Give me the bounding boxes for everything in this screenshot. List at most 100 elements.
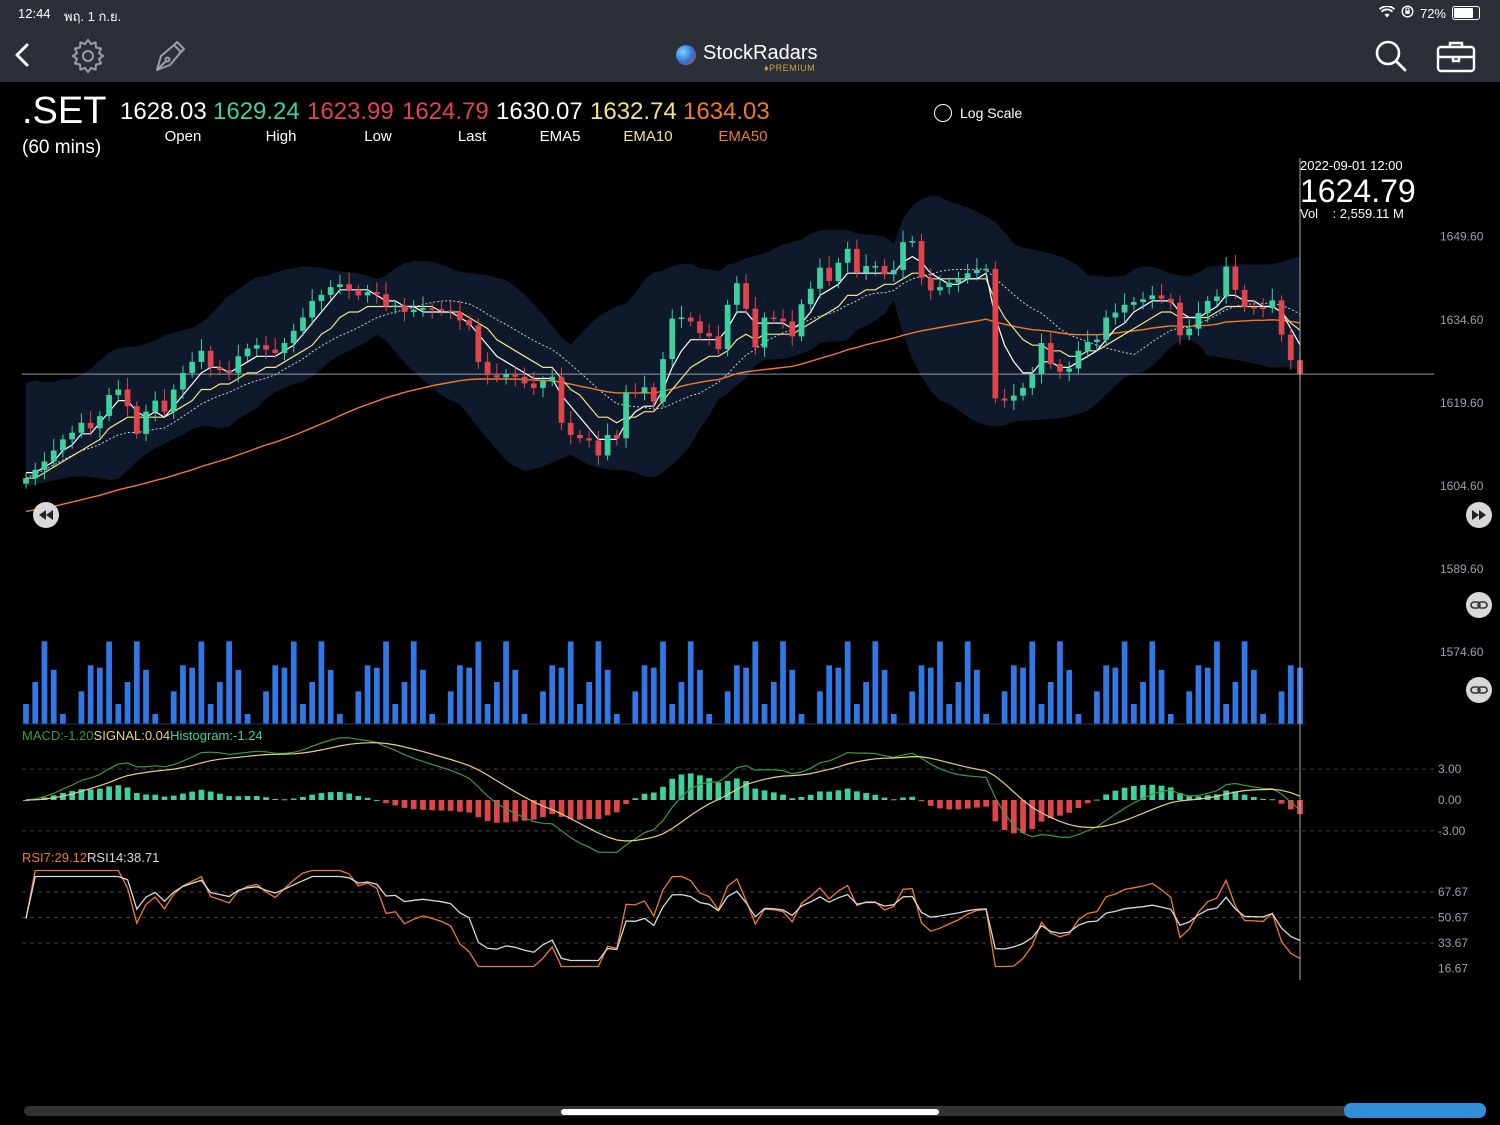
candle-53 [512, 374, 519, 377]
price-chart[interactable]: 1649.60 1634.60 1619.60 1604.60 1589.60 1574.… [0, 0, 1500, 1000]
candle-17 [180, 372, 186, 390]
macd-hist-9 [106, 786, 112, 800]
volume-bar-51 [493, 682, 500, 724]
macd-hist-124 [1167, 787, 1174, 800]
volume-bar-82 [780, 641, 786, 724]
volume-bar-103 [974, 669, 980, 724]
macd-hist-83 [789, 798, 796, 800]
volume-bar-43 [420, 669, 426, 724]
volume-bar-131 [1232, 682, 1239, 724]
macd-hist-76 [724, 780, 731, 800]
macd-hist-122 [1149, 784, 1156, 800]
volume-bar-16 [170, 691, 177, 724]
volume-bar-23 [235, 669, 242, 724]
volume-bar-74 [706, 714, 713, 724]
volume-bar-122 [1149, 641, 1156, 724]
link-button-2[interactable] [1466, 677, 1492, 703]
candle-54 [521, 376, 528, 384]
macd-hist-98 [927, 800, 934, 806]
macd-hist-120 [1130, 785, 1137, 800]
volume-bar-137 [1287, 665, 1294, 724]
volume-bar-63 [604, 669, 611, 724]
macd-hist-16 [170, 795, 177, 800]
rsi-tick-1: 50.67 [1438, 911, 1468, 925]
candle-1 [32, 469, 39, 479]
macd-hist-123 [1158, 785, 1165, 800]
candle-106 [1001, 398, 1008, 401]
crosshair-datetime: 2022-09-01 12:00 [1300, 158, 1403, 173]
macd-hist-59 [567, 800, 574, 819]
rsi-tick-0: 67.67 [1438, 885, 1468, 899]
volume-bar-117 [1103, 665, 1109, 724]
candle-14 [152, 400, 159, 412]
candle-133 [1250, 307, 1257, 309]
candle-60 [577, 434, 583, 439]
volume-bar-66 [632, 691, 639, 724]
macd-hist-47 [457, 800, 463, 812]
candle-109 [1029, 374, 1036, 388]
candle-115 [1084, 341, 1091, 351]
candle-137 [1287, 334, 1294, 361]
candle-68 [650, 387, 657, 402]
candle-130 [1223, 266, 1230, 297]
volume-bar-72 [687, 641, 694, 724]
candle-134 [1260, 307, 1266, 310]
volume-bar-38 [373, 667, 380, 724]
macd-hist-12 [133, 793, 140, 800]
macd-legend: MACD:-1.20SIGNAL:0.04Histogram:-1.24 [22, 728, 263, 743]
candle-25 [253, 345, 260, 349]
macd-hist-105 [992, 800, 999, 822]
candle-19 [198, 350, 205, 362]
macd-hist-113 [1066, 800, 1073, 813]
candle-82 [780, 318, 786, 322]
scroll-left-button[interactable] [33, 502, 59, 528]
candle-59 [567, 422, 574, 435]
candle-57 [549, 376, 556, 382]
candle-71 [678, 317, 685, 320]
candle-100 [946, 282, 953, 288]
volume-bar-33 [327, 669, 334, 724]
macd-hist-95 [900, 797, 906, 800]
macd-hist-57 [549, 800, 556, 815]
candle-118 [1112, 312, 1119, 318]
volume-bar-42 [410, 641, 417, 724]
volume-bar-62 [595, 641, 602, 724]
chart-scroll-thumb[interactable] [1344, 1103, 1486, 1118]
candle-40 [392, 305, 399, 307]
macd-hist-17 [180, 793, 186, 800]
candle-22 [226, 370, 232, 373]
link-button-1[interactable] [1466, 592, 1492, 618]
candle-67 [641, 387, 648, 393]
macd-hist-102 [964, 800, 971, 809]
macd-hist-18 [189, 791, 196, 800]
candle-43 [420, 308, 426, 310]
macd-hist-79 [752, 788, 759, 800]
volume-bar-2 [41, 641, 48, 724]
volume-bar-3 [50, 669, 57, 724]
candle-26 [263, 345, 269, 350]
macd-hist-112 [1057, 800, 1063, 816]
scroll-right-button[interactable] [1466, 502, 1492, 528]
macd-hist-89 [844, 788, 851, 800]
volume-bar-48 [466, 667, 472, 724]
candle-119 [1121, 304, 1128, 313]
volume-bar-37 [364, 665, 371, 724]
macd-hist-66 [632, 798, 639, 800]
volume-bar-98 [927, 667, 934, 724]
macd-hist-10 [115, 785, 122, 800]
macd-hist-7 [87, 789, 94, 800]
macd-hist-96 [909, 796, 916, 800]
volume-bar-120 [1130, 704, 1137, 724]
macd-hist-70 [669, 778, 676, 800]
volume-bar-91 [863, 682, 869, 724]
candle-77 [733, 283, 740, 305]
macd-hist-42 [410, 800, 417, 810]
macd-hist-65 [623, 800, 629, 805]
volume-bar-110 [1038, 704, 1045, 724]
candle-24 [244, 348, 251, 357]
bollinger-band [26, 195, 1300, 487]
rsi7-value: RSI7:29.12 [22, 850, 88, 865]
candle-34 [337, 284, 343, 288]
volume-bar-100 [946, 704, 953, 724]
rsi-tick-2: 33.67 [1438, 936, 1468, 950]
